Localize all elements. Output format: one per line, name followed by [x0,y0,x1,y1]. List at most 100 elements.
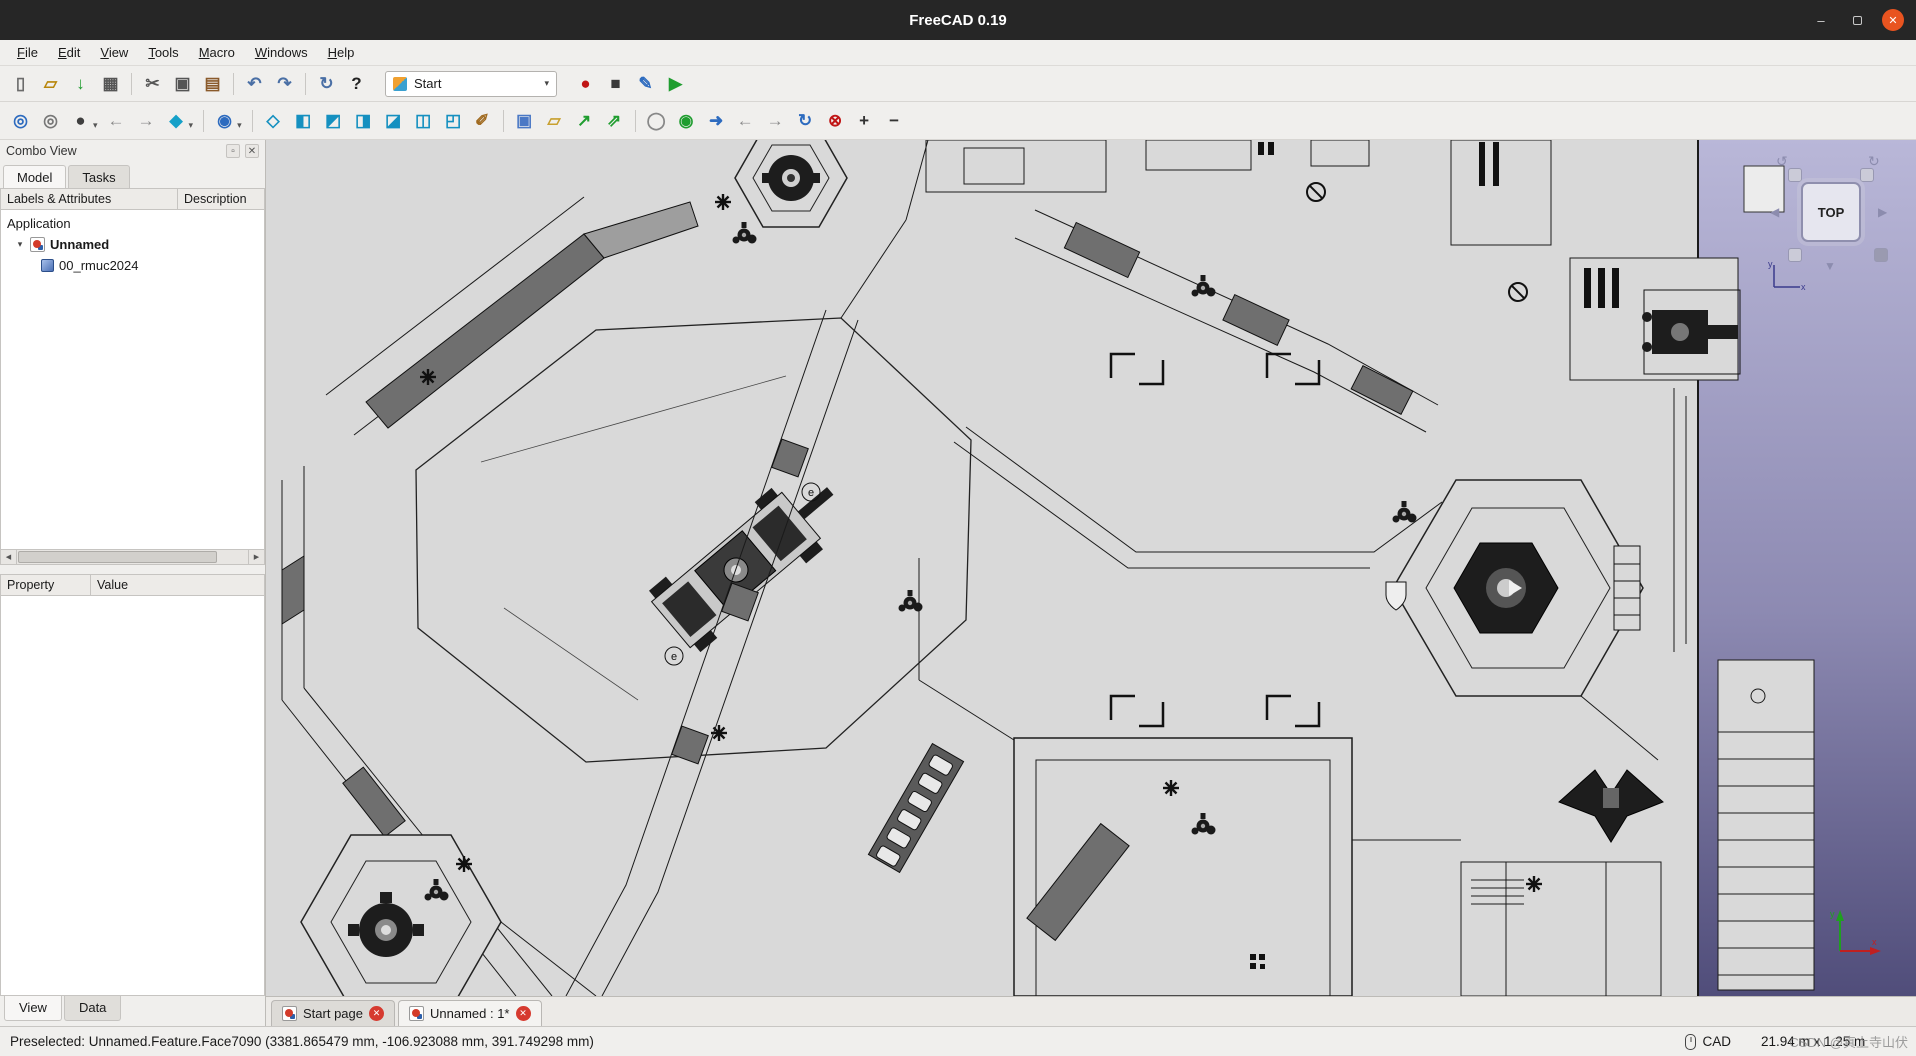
create-group-button[interactable]: ▱ [540,107,569,135]
close-button[interactable]: ✕ [1882,9,1904,31]
maximize-icon [1853,16,1862,25]
menu-macro[interactable]: Macro [190,42,244,63]
close-tab-icon[interactable]: ✕ [369,1006,384,1021]
menu-view[interactable]: View [91,42,137,63]
tab-data[interactable]: Data [64,996,121,1021]
menu-windows[interactable]: Windows [246,42,317,63]
fit-all-button[interactable]: ◎ [6,107,35,135]
tree-item-body[interactable]: 00_rmuc2024 [1,255,264,276]
navigation-style-label: CAD [1702,1034,1731,1049]
make-link-button[interactable]: ↗ [570,107,599,135]
maximize-button[interactable] [1846,9,1868,31]
whats-this-button[interactable]: ? [342,70,371,98]
macro-play-button[interactable]: ▶ [661,70,690,98]
stop-load-button[interactable]: ⊗ [821,107,850,135]
menu-help[interactable]: Help [319,42,364,63]
web-go-button[interactable]: ➜ [702,107,731,135]
menu-tools[interactable]: Tools [139,42,187,63]
menu-edit[interactable]: Edit [49,42,89,63]
column-labels-attributes[interactable]: Labels & Attributes [1,189,178,209]
tab-start-page[interactable]: Start page ✕ [271,1000,395,1026]
3d-viewport[interactable]: e e [266,140,1916,996]
column-value[interactable]: Value [91,578,264,592]
print-button[interactable]: ▦ [96,70,125,98]
origin-axis-icon: y x [1828,907,1882,960]
view-left-button[interactable]: ◰ [439,107,468,135]
navcube-arrow-right-icon[interactable]: ▶ [1878,206,1887,218]
svg-text:e: e [671,651,677,663]
navcube-corner-chip[interactable] [1788,168,1802,182]
scrollbar-track[interactable] [17,550,248,564]
macro-edit-button[interactable]: ✎ [631,70,660,98]
measure-button[interactable]: ✐ [468,107,497,135]
menu-file[interactable]: File [8,42,47,63]
zoom-tool-caret-icon[interactable]: ▾ [237,120,242,131]
paste-button[interactable]: ▤ [198,70,227,98]
tab-model[interactable]: Model [3,165,66,188]
draw-style-button[interactable]: ● [66,107,95,135]
redo-button[interactable]: ↷ [270,70,299,98]
sel-back-button[interactable]: ← [102,107,131,135]
view-bottom-button[interactable]: ◫ [409,107,438,135]
view-isometric-button[interactable]: ◇ [259,107,288,135]
navcube-arrow-down-icon[interactable]: ▼ [1824,260,1836,272]
rotate-left-icon[interactable]: ↺ [1776,154,1788,168]
view-front-button[interactable]: ◧ [289,107,318,135]
navigation-style-indicator[interactable]: CAD [1685,1034,1731,1050]
axonometric-caret-icon[interactable]: ▾ [189,120,194,131]
create-part-button[interactable]: ▣ [510,107,539,135]
tab-unnamed-document[interactable]: Unnamed : 1* ✕ [398,1000,542,1026]
tab-view[interactable]: View [4,996,62,1021]
expander-icon[interactable]: ▾ [15,239,25,250]
view-right-button[interactable]: ◨ [349,107,378,135]
navcube-corner-chip[interactable] [1860,168,1874,182]
navcube-top-face[interactable]: TOP [1801,182,1861,242]
column-description[interactable]: Description [178,192,264,206]
axonometric-button[interactable]: ◆ [162,107,191,135]
toolbar-separator [305,73,306,95]
make-sub-link-button[interactable]: ⇗ [600,107,629,135]
scroll-left-icon[interactable]: ◀ [1,550,17,564]
refresh-button[interactable]: ↻ [312,70,341,98]
chevron-down-icon[interactable]: ▾ [544,78,549,89]
copy-button[interactable]: ▣ [168,70,197,98]
workbench-selector[interactable]: Start ▾ [385,71,557,97]
close-panel-icon[interactable]: ✕ [245,144,259,158]
tree-item-application[interactable]: Application [1,213,264,234]
view-toolbar: ◎◎● ▾ ←→◆ ▾ ◉ ▾ ◇◧◩◨◪◫◰ ✐ ▣▱↗⇗ ◯◉➜ ←→↻⊗ … [0,102,1916,140]
scroll-right-icon[interactable]: ▶ [248,550,264,564]
tree-horizontal-scrollbar[interactable]: ◀ ▶ [0,550,265,565]
draw-style-caret-icon[interactable]: ▾ [93,120,98,131]
sel-forward-button[interactable]: → [132,107,161,135]
tree-item-document[interactable]: ▾ Unnamed [1,234,264,255]
close-tab-icon[interactable]: ✕ [516,1006,531,1021]
macro-stop-button[interactable]: ■ [601,70,630,98]
minimize-button[interactable]: – [1810,9,1832,31]
view-rear-button[interactable]: ◪ [379,107,408,135]
undo-button[interactable]: ↶ [240,70,269,98]
navcube-corner-chip[interactable] [1874,248,1888,262]
cut-button[interactable]: ✂ [138,70,167,98]
zoom-out-button[interactable]: − [880,107,909,135]
view-top-button[interactable]: ◩ [319,107,348,135]
nav-forward-button[interactable]: → [761,107,790,135]
zoom-in-button[interactable]: + [850,107,879,135]
web-page-button[interactable]: ◯ [642,107,671,135]
float-panel-icon[interactable]: ▫ [226,144,240,158]
macro-record-button[interactable]: ● [571,70,600,98]
zoom-tool-button[interactable]: ◉ [210,107,239,135]
open-file-button[interactable]: ▱ [36,70,65,98]
column-property[interactable]: Property [1,575,91,595]
tab-tasks[interactable]: Tasks [68,165,129,188]
web-browser-button[interactable]: ◉ [672,107,701,135]
navcube-arrow-left-icon[interactable]: ◀ [1770,206,1779,218]
fit-selection-button[interactable]: ◎ [36,107,65,135]
navigation-cube[interactable]: ↺ ↻ ◀ ▶ ▼ TOP xy [1772,156,1890,274]
page-refresh-button[interactable]: ↻ [791,107,820,135]
nav-back-button[interactable]: ← [731,107,760,135]
rotate-right-icon[interactable]: ↻ [1868,154,1880,168]
new-file-button[interactable]: ▯ [6,70,35,98]
save-button[interactable]: ↓ [66,70,95,98]
cad-model-drawing[interactable]: e e [266,140,1916,996]
scrollbar-thumb[interactable] [18,551,217,563]
